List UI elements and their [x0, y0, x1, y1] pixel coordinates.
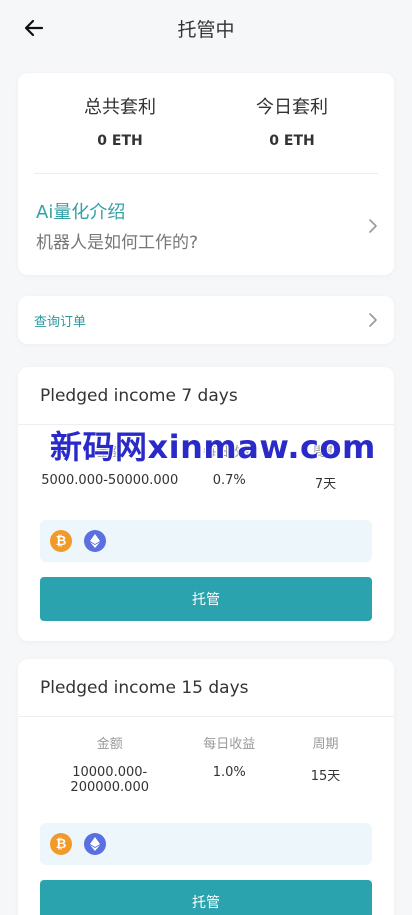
period-column: 周期 7天	[279, 441, 372, 492]
amount-value: 5000.000-50000.000	[41, 473, 179, 488]
amount-header: 金额	[96, 445, 123, 460]
host-button[interactable]: 托管	[40, 880, 372, 915]
top-bar: 托管中	[0, 0, 412, 56]
ai-intro-subtitle: 机器人是如何工作的?	[36, 233, 199, 253]
total-arbitrage-value: 0 ETH	[97, 133, 143, 149]
plan-card: Pledged income 7 days 金额 5000.000-50000.…	[18, 367, 394, 641]
page-title: 托管中	[177, 18, 235, 41]
amount-value: 10000.000-200000.000	[70, 765, 149, 795]
daily-rate-header: 每日收益	[203, 445, 256, 460]
query-orders-label: 查询订单	[34, 314, 87, 330]
plan-columns: 金额 10000.000-200000.000 每日收益 1.0% 周期 15天	[40, 733, 372, 795]
rate-column: 每日收益 0.7%	[179, 441, 279, 492]
daily-rate-value: 0.7%	[212, 473, 246, 488]
coin-bar: ₿	[40, 520, 372, 562]
period-header: 周期	[312, 737, 339, 752]
ai-intro-link[interactable]: Ai量化介绍 机器人是如何工作的?	[34, 174, 378, 275]
period-header: 周期	[312, 445, 339, 460]
total-arbitrage: 总共套利 0 ETH	[34, 93, 206, 149]
coin-bar: ₿	[40, 823, 372, 865]
amount-column: 金额 5000.000-50000.000	[40, 441, 179, 492]
plan-body: 金额 5000.000-50000.000 每日收益 0.7% 周期 7天 ₿ …	[18, 425, 394, 641]
chevron-right-icon	[369, 218, 377, 233]
eth-icon	[84, 530, 106, 552]
arrow-left-icon	[24, 19, 44, 37]
query-orders-button[interactable]: 查询订单	[18, 296, 394, 344]
stats-row: 总共套利 0 ETH 今日套利 0 ETH	[34, 93, 378, 174]
back-button[interactable]	[14, 10, 54, 46]
plan-body: 金额 10000.000-200000.000 每日收益 1.0% 周期 15天…	[18, 717, 394, 915]
period-column: 周期 15天	[279, 733, 372, 795]
plan-card: Pledged income 15 days 金额 10000.000-2000…	[18, 659, 394, 915]
today-arbitrage: 今日套利 0 ETH	[206, 93, 378, 149]
amount-column: 金额 10000.000-200000.000	[40, 733, 179, 795]
today-arbitrage-value: 0 ETH	[269, 133, 315, 149]
plan-title: Pledged income 15 days	[18, 659, 394, 717]
amount-header: 金额	[96, 737, 123, 752]
btc-icon: ₿	[50, 530, 72, 552]
plan-columns: 金额 5000.000-50000.000 每日收益 0.7% 周期 7天	[40, 441, 372, 492]
stats-card: 总共套利 0 ETH 今日套利 0 ETH Ai量化介绍 机器人是如何工作的?	[18, 73, 394, 275]
total-arbitrage-label: 总共套利	[84, 97, 156, 118]
period-value: 15天	[310, 769, 341, 784]
rate-column: 每日收益 1.0%	[179, 733, 279, 795]
eth-icon	[84, 833, 106, 855]
daily-rate-value: 1.0%	[212, 765, 246, 780]
btc-icon: ₿	[50, 833, 72, 855]
host-button[interactable]: 托管	[40, 577, 372, 621]
ai-intro-title: Ai量化介绍	[36, 202, 126, 223]
period-value: 7天	[314, 477, 337, 492]
chevron-right-icon	[369, 313, 377, 327]
daily-rate-header: 每日收益	[203, 737, 256, 752]
plan-title: Pledged income 7 days	[18, 367, 394, 425]
today-arbitrage-label: 今日套利	[256, 97, 328, 118]
